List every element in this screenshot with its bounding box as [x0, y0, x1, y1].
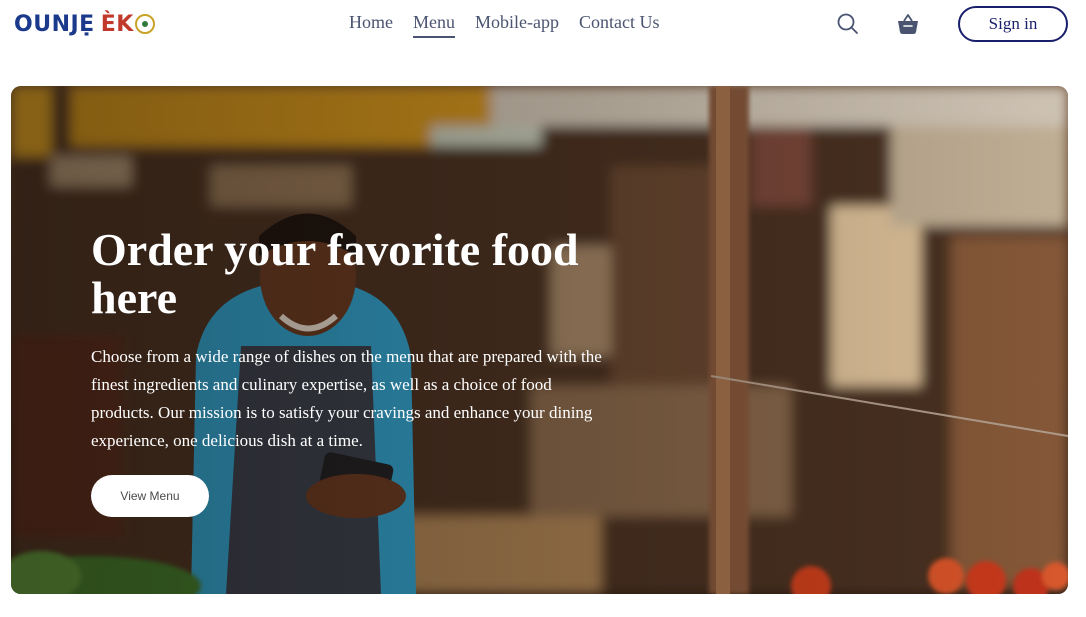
view-menu-button[interactable]: View Menu [91, 475, 209, 517]
main-nav: Home Menu Mobile-app Contact Us [349, 12, 659, 38]
logo-text-right: ÈK [100, 11, 134, 37]
nav-menu[interactable]: Menu [413, 12, 455, 38]
logo-emblem-icon [134, 14, 155, 34]
basket-icon[interactable] [896, 12, 920, 36]
nav-mobile-app[interactable]: Mobile-app [475, 12, 559, 38]
top-navbar: OUNJẸ ÈK Home Menu Mobile-app Contact Us… [0, 0, 1086, 52]
logo-text-left: OUNJẸ [14, 11, 95, 37]
brand-logo[interactable]: OUNJẸ ÈK [14, 8, 155, 40]
search-icon[interactable] [836, 12, 860, 36]
hero-banner: Order your favorite food here Choose fro… [11, 86, 1068, 594]
nav-home[interactable]: Home [349, 12, 393, 38]
nav-contact-us[interactable]: Contact Us [579, 12, 660, 38]
hero-dark-overlay [11, 86, 1068, 594]
hero-title: Order your favorite food here [91, 224, 579, 323]
sign-in-button[interactable]: Sign in [958, 6, 1068, 42]
hero-description: Choose from a wide range of dishes on th… [91, 347, 602, 450]
